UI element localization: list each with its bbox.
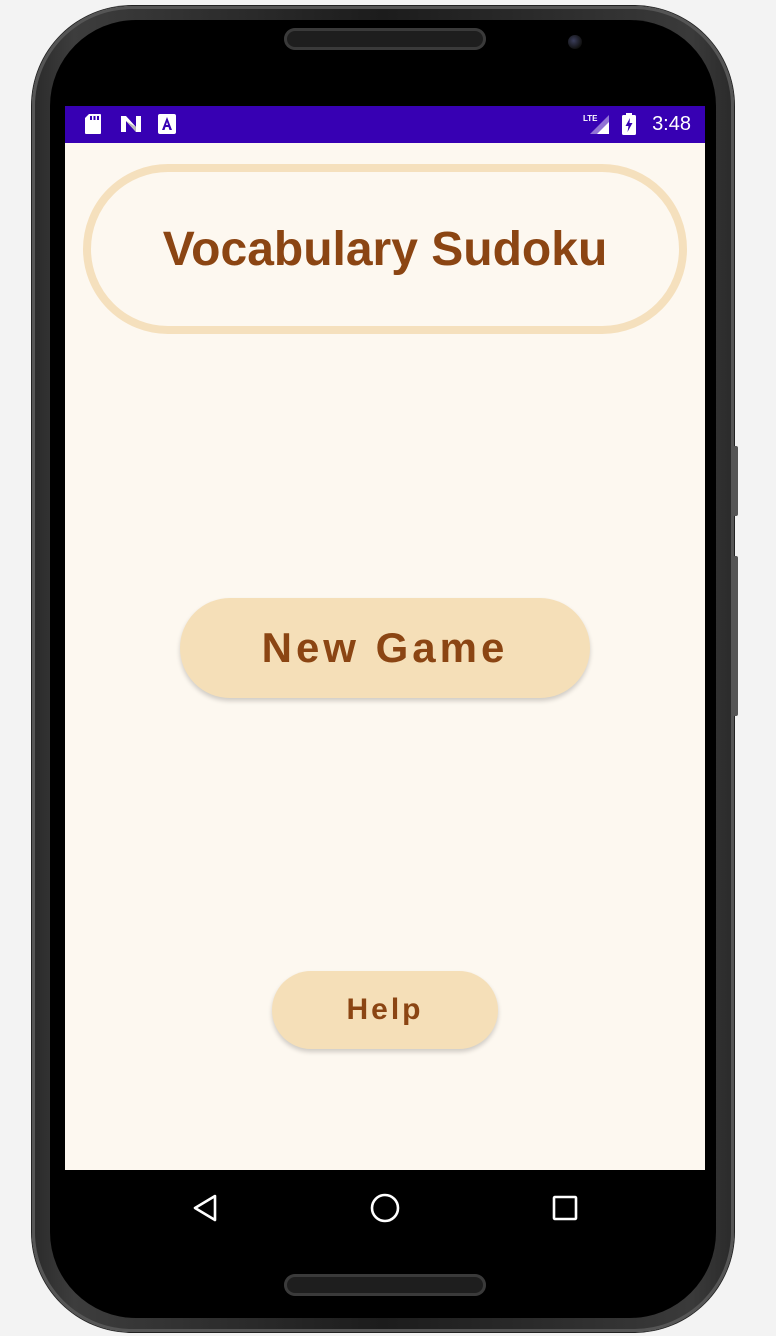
app-title: Vocabulary Sudoku	[162, 222, 608, 276]
battery-charging-icon	[621, 113, 637, 135]
device-screen: LTE 3:48 Vocabulary Sudoku New Game Help	[65, 106, 705, 1244]
home-icon[interactable]	[368, 1191, 402, 1225]
new-game-button[interactable]: New Game	[180, 598, 590, 698]
bottom-speaker	[284, 1274, 486, 1296]
sd-card-icon	[83, 114, 103, 134]
n-logo-icon	[119, 114, 143, 134]
power-button	[733, 556, 738, 716]
title-banner: Vocabulary Sudoku	[83, 164, 687, 334]
volume-button	[733, 446, 738, 516]
back-icon[interactable]	[188, 1191, 222, 1225]
earpiece-speaker	[284, 28, 486, 50]
status-bar: LTE 3:48	[65, 106, 705, 143]
recents-icon[interactable]	[548, 1191, 582, 1225]
accessibility-a-icon	[157, 114, 177, 134]
navigation-bar	[65, 1170, 705, 1244]
status-time: 3:48	[652, 113, 691, 135]
front-camera	[568, 35, 582, 49]
main-menu-screen: Vocabulary Sudoku New Game Help	[65, 143, 705, 1170]
lte-signal-icon: LTE	[583, 114, 611, 134]
help-button[interactable]: Help	[272, 971, 498, 1049]
lte-label: LTE	[583, 114, 598, 123]
